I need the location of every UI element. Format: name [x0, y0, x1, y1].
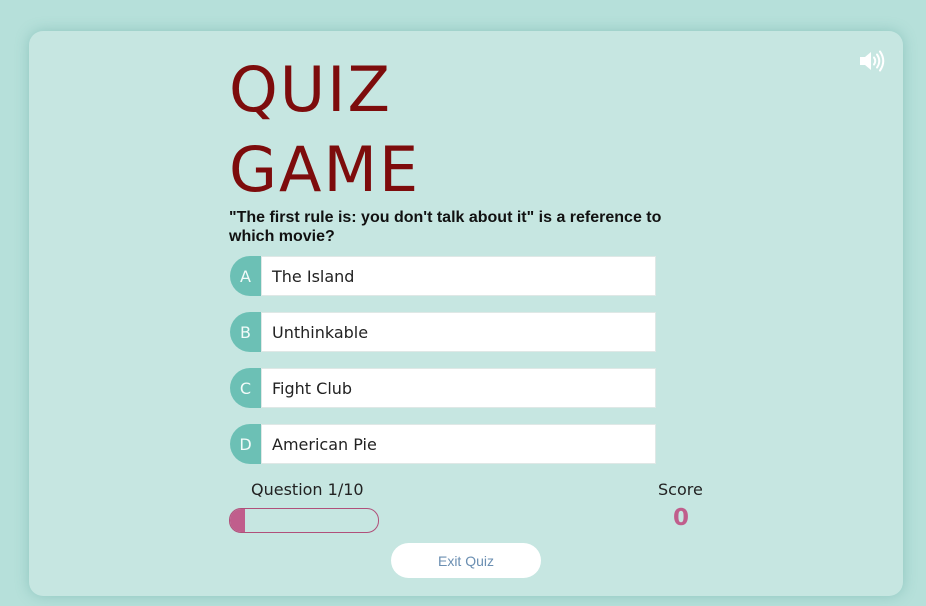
choice-text: Fight Club [261, 368, 656, 408]
quiz-title-line-2: GAME [229, 133, 421, 206]
choice-c[interactable]: C Fight Club [230, 368, 656, 408]
progress-bar-fill [230, 509, 245, 532]
score-label: Score [658, 480, 703, 499]
speaker-volume-icon [860, 50, 885, 72]
choice-d[interactable]: D American Pie [230, 424, 656, 464]
exit-quiz-button[interactable]: Exit Quiz [391, 543, 541, 578]
choice-b[interactable]: B Unthinkable [230, 312, 656, 352]
question-text: "The first rule is: you don't talk about… [229, 209, 662, 245]
quiz-title-line-1: QUIZ [229, 53, 392, 126]
question-counter: Question 1/10 [251, 480, 364, 499]
score-value: 0 [672, 505, 689, 531]
choice-a[interactable]: A The Island [230, 256, 656, 296]
sound-toggle-button[interactable] [858, 49, 886, 73]
choice-letter: D [230, 424, 261, 464]
choice-text: The Island [261, 256, 656, 296]
choice-letter: A [230, 256, 261, 296]
choice-text: Unthinkable [261, 312, 656, 352]
progress-bar [229, 508, 379, 533]
choice-letter: C [230, 368, 261, 408]
choice-text: American Pie [261, 424, 656, 464]
choice-letter: B [230, 312, 261, 352]
